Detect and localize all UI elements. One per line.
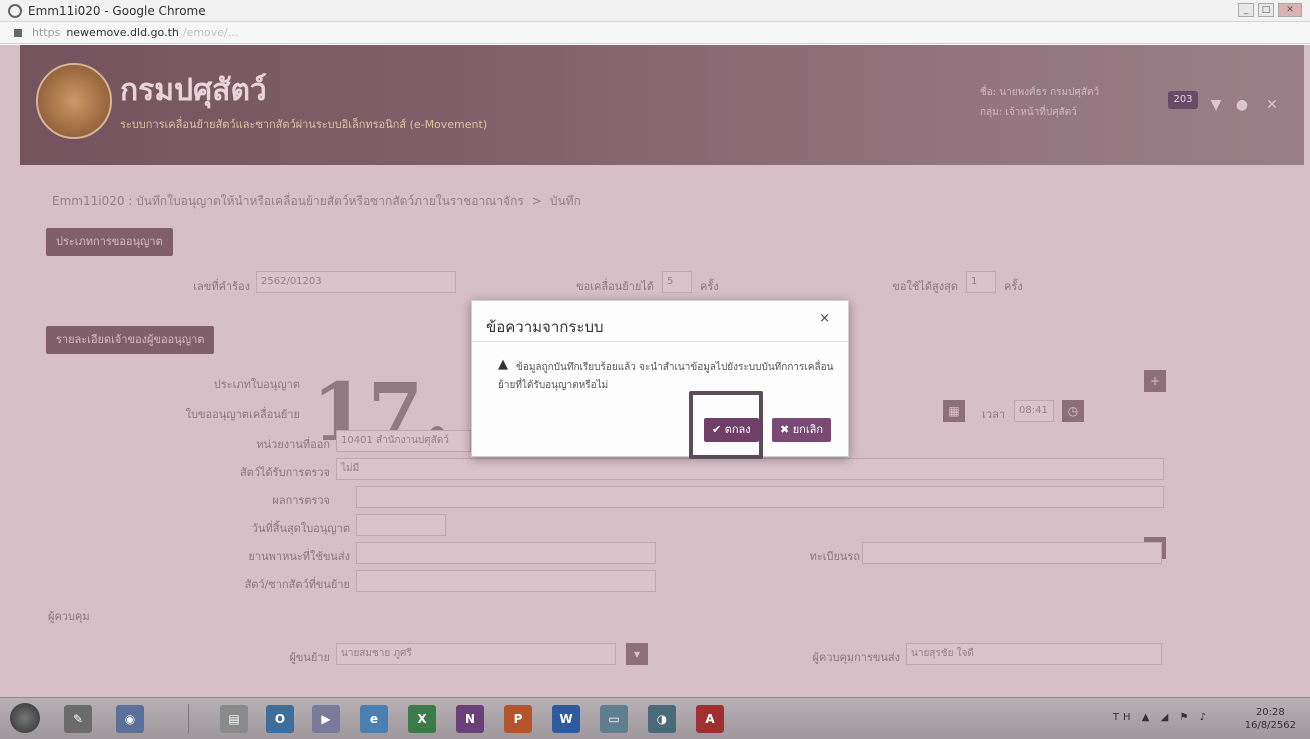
- system-tray[interactable]: TH ▲ ◢ ⚑ ♪: [1113, 712, 1210, 723]
- clock-time: 20:28: [1255, 707, 1285, 718]
- minimize-button[interactable]: _: [1238, 3, 1254, 17]
- dialog-divider: [472, 341, 848, 342]
- close-window-button[interactable]: ✕: [1278, 3, 1302, 17]
- windows-taskbar: ✎ ◉ ▤ O ▶ e X N P W ▭ ◑ A TH ▲ ◢ ⚑ ♪ 20:…: [0, 697, 1310, 739]
- system-message-dialog: ข้อความจากระบบ × ▲ ข้อมูลถูกบันทึกเรียบร…: [471, 300, 849, 459]
- ok-button[interactable]: ✔ ตกลง: [704, 418, 759, 442]
- url-host: newemove.dld.go.th: [66, 26, 179, 39]
- pdf-reader-icon[interactable]: A: [696, 705, 724, 733]
- window-title: Emm11i020 - Google Chrome: [28, 3, 206, 18]
- cancel-button[interactable]: ✖ ยกเลิก: [772, 418, 831, 442]
- dialog-close-icon[interactable]: ×: [819, 311, 830, 326]
- media-player-icon[interactable]: ▶: [312, 705, 340, 733]
- dialog-title: ข้อความจากระบบ: [486, 318, 604, 336]
- url-path: /emove/...: [182, 26, 239, 39]
- clock-date: 16/8/2562: [1244, 720, 1296, 731]
- file-explorer-icon[interactable]: ▤: [220, 705, 248, 733]
- onenote-icon[interactable]: N: [456, 705, 484, 733]
- print-icon[interactable]: ▭: [600, 705, 628, 733]
- powerpoint-icon[interactable]: P: [504, 705, 532, 733]
- chrome-taskbar-icon[interactable]: ◉: [116, 705, 144, 733]
- input-language[interactable]: TH: [1113, 712, 1135, 723]
- taskbar-separator: [188, 704, 189, 734]
- pin-icon[interactable]: ✎: [64, 705, 92, 733]
- browser-title-bar: Emm11i020 - Google Chrome _ □ ✕: [0, 0, 1310, 22]
- url-scheme: https: [32, 26, 61, 39]
- browser-icon[interactable]: ◑: [648, 705, 676, 733]
- outlook-icon[interactable]: O: [266, 705, 294, 733]
- lock-icon: [14, 28, 22, 37]
- taskbar-clock[interactable]: 20:28 16/8/2562: [1245, 706, 1296, 732]
- start-button[interactable]: [10, 703, 40, 733]
- internet-explorer-icon[interactable]: e: [360, 705, 388, 733]
- chrome-icon: [8, 3, 22, 18]
- window-controls: _ □ ✕: [1238, 3, 1302, 17]
- dialog-message: ข้อมูลถูกบันทึกเรียบร้อยแล้ว จะนำสำเนาข้…: [498, 362, 834, 391]
- maximize-button[interactable]: □: [1258, 3, 1274, 17]
- excel-icon[interactable]: X: [408, 705, 436, 733]
- address-bar[interactable]: https newemove.dld.go.th /emove/...: [0, 22, 1310, 44]
- word-icon[interactable]: W: [552, 705, 580, 733]
